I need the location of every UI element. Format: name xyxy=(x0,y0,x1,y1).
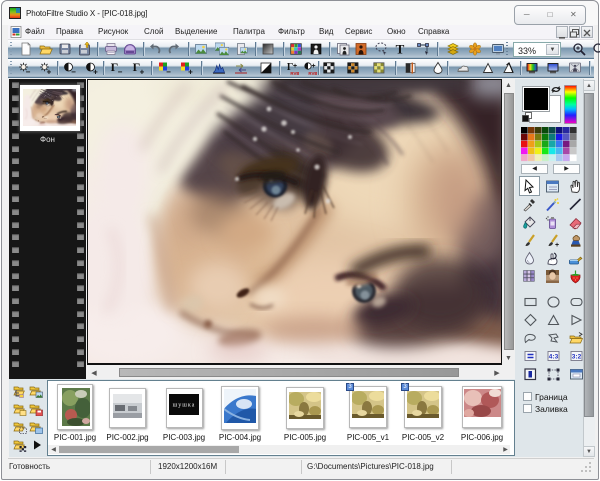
svg-text:RVB: RVB xyxy=(290,71,299,75)
svg-text:+: + xyxy=(555,242,559,248)
svg-text:+: + xyxy=(140,68,145,76)
svg-text:+: + xyxy=(188,68,193,76)
svg-text:T: T xyxy=(396,42,405,56)
svg-text:4:3: 4:3 xyxy=(549,354,559,361)
svg-text:3:2: 3:2 xyxy=(572,354,582,361)
svg-text:+: + xyxy=(47,68,52,76)
svg-text:шушка: шушка xyxy=(173,403,196,409)
svg-text:−: − xyxy=(26,68,31,76)
svg-text:+: + xyxy=(93,68,98,76)
svg-text:−: − xyxy=(71,68,76,76)
svg-text:+: + xyxy=(293,63,297,70)
svg-text:+: + xyxy=(311,63,315,70)
svg-text:−: − xyxy=(166,68,171,76)
svg-text:RVB: RVB xyxy=(308,71,317,75)
svg-text:−: − xyxy=(118,68,123,76)
